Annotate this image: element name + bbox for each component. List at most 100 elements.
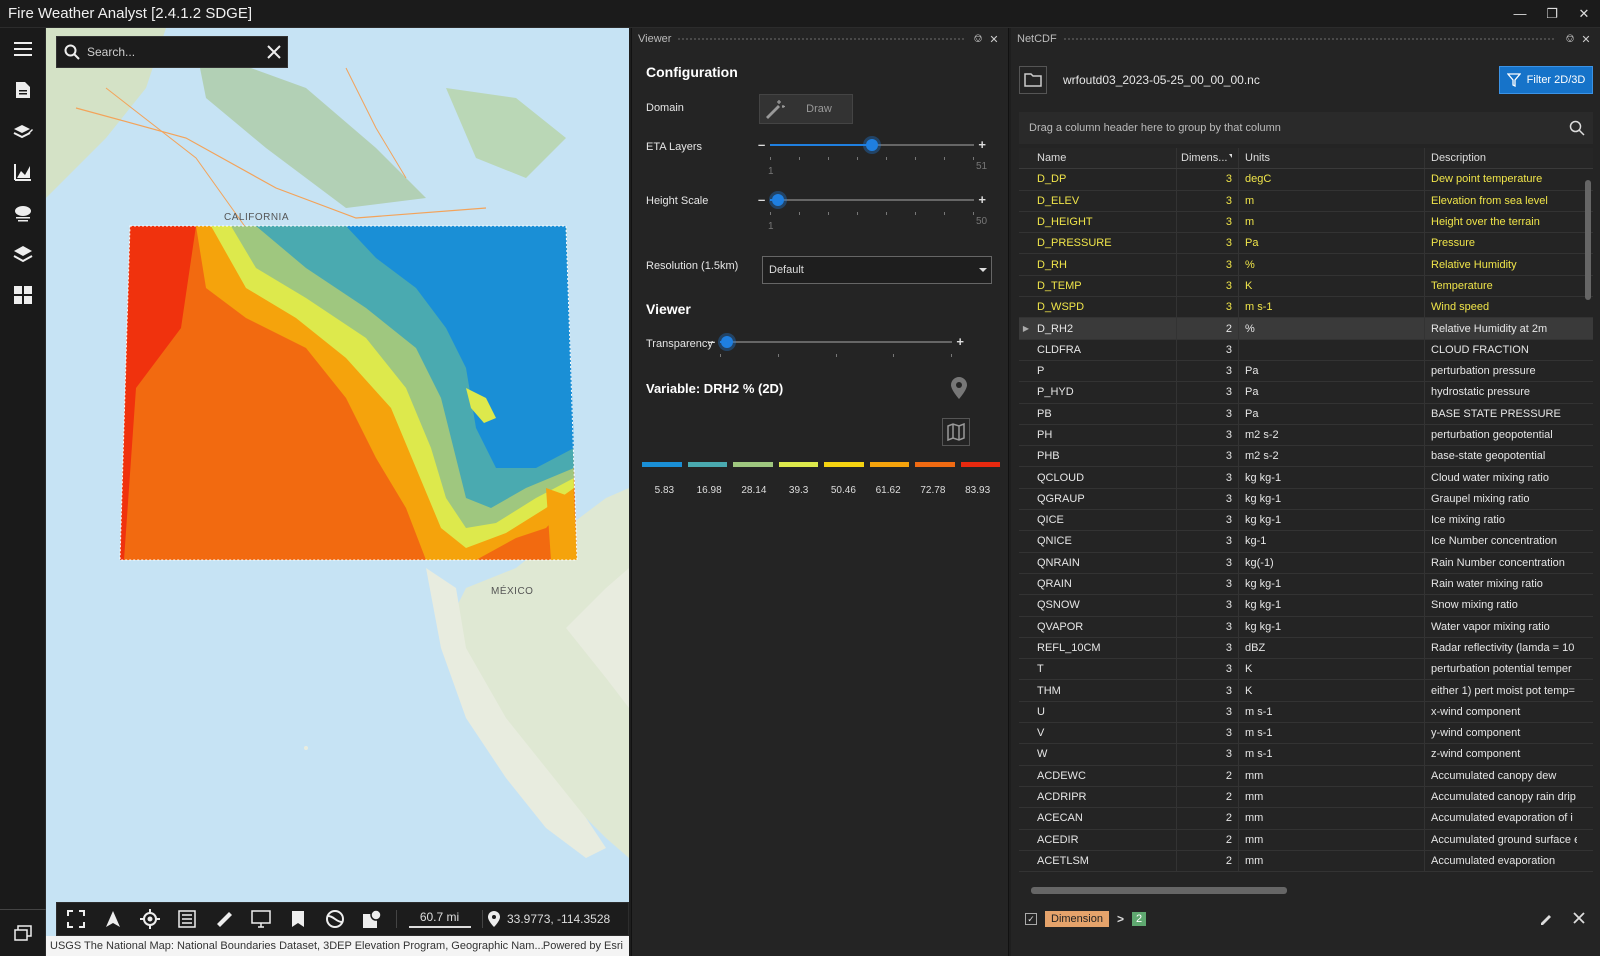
map-view[interactable]: CALIFORNIA MÉXICO Search... 60.7 mi 33.9…	[46, 28, 629, 956]
measure-icon[interactable]	[205, 902, 242, 936]
eta-layers-slider[interactable]: – +	[758, 137, 986, 160]
cell-description: Graupel mixing ratio	[1431, 492, 1530, 505]
locate-icon[interactable]	[131, 902, 168, 936]
table-row[interactable]: ACDEWC 2 mm Accumulated canopy dew	[1019, 765, 1593, 787]
document-icon[interactable]	[0, 69, 46, 110]
filter-2d3d-button[interactable]: Filter 2D/3D	[1499, 66, 1593, 94]
map-marker-icon[interactable]	[950, 376, 968, 403]
table-row[interactable]: ACETLSM 2 mm Accumulated evaporation	[1019, 850, 1593, 873]
layers-icon[interactable]	[0, 233, 46, 274]
column-header-description[interactable]: Description	[1425, 148, 1577, 168]
globe-icon[interactable]	[316, 902, 353, 936]
map-view-icon[interactable]	[942, 418, 970, 446]
table-row[interactable]: REFL_10CM 3 dBZ Radar reflectivity (lamda =…	[1019, 637, 1593, 660]
chart-icon[interactable]	[0, 151, 46, 192]
table-row[interactable]: QGRAUP 3 kg kg-1 Graupel mixing ratio	[1019, 488, 1593, 511]
table-row[interactable]: D_WSPD 3 m s-1 Wind speed	[1019, 297, 1593, 319]
north-arrow-icon[interactable]	[94, 902, 131, 936]
table-row[interactable]: ACEDIR 2 mm Accumulated ground surface e	[1019, 829, 1593, 851]
filter-field-chip[interactable]: Dimension	[1045, 911, 1109, 927]
table-row[interactable]: THM 3 Keither 1) pert moist pot temp=	[1019, 680, 1593, 702]
table-row[interactable]: V3m s-1 y-wind component	[1019, 723, 1593, 745]
column-header-units[interactable]: Units	[1239, 148, 1425, 169]
netcdf-panel-title: NetCDF	[1017, 33, 1057, 45]
powered-by-text[interactable]: Powered by Esri	[543, 940, 629, 952]
map-search[interactable]: Search...	[56, 36, 288, 68]
restore-button[interactable]: ❐	[1536, 0, 1568, 28]
edit-filter-icon[interactable]	[1539, 911, 1553, 928]
heatmap-overlay	[119, 225, 578, 561]
search-input[interactable]: Search...	[87, 45, 261, 59]
cell-dimension: 2	[1177, 850, 1239, 872]
transparency-slider[interactable]: – +	[708, 334, 964, 357]
cell-name: U	[1033, 701, 1177, 723]
filter-value-chip[interactable]: 2	[1131, 912, 1147, 926]
table-row[interactable]: U3m s-1 x-wind component	[1019, 701, 1593, 724]
vertical-scrollbar[interactable]	[1584, 168, 1592, 868]
variables-grid: Name Dimens... Units Description D_DP 3 de…	[1019, 148, 1593, 873]
pin-icon[interactable]: ⎊	[1562, 33, 1578, 46]
open-folder-icon[interactable]	[1019, 66, 1047, 94]
map-toolbar: 60.7 mi 33.9773, -114.3528	[56, 902, 629, 936]
close-panel-icon[interactable]: ✕	[1578, 33, 1594, 46]
bookmark-icon[interactable]	[279, 902, 316, 936]
cell-description: Cloud water mixing ratio	[1431, 471, 1549, 484]
table-row[interactable]: QNICE 3 kg-1 Ice Number concentration	[1019, 531, 1593, 553]
table-row[interactable]: D_RH 3% Relative Humidity	[1019, 254, 1593, 276]
table-row[interactable]: D_PRESSURE 3 Pa Pressure	[1019, 233, 1593, 255]
cell-description: perturbation geopotential	[1431, 429, 1553, 441]
table-row[interactable]: PB 3 Pa BASE STATE PRESSURE	[1019, 403, 1593, 425]
legend-swatch	[778, 462, 818, 467]
table-row[interactable]: PH 3 m2 s-2 perturbation geopotential	[1019, 424, 1593, 447]
cell-units: %	[1239, 254, 1425, 275]
window-switch-icon[interactable]	[0, 909, 46, 950]
table-row[interactable]: D_ELEV 3 m Elevation from sea level	[1019, 190, 1593, 212]
close-panel-icon[interactable]: ✕	[986, 33, 1002, 46]
minimize-button[interactable]: —	[1504, 0, 1536, 28]
layers-edit-icon[interactable]	[0, 110, 46, 151]
resolution-select[interactable]: Default	[762, 256, 992, 284]
table-row[interactable]: D_TEMP 3 K Temperature	[1019, 275, 1593, 298]
table-row[interactable]: QCLOUD 3 kg kg-1 Cloud water mixing ratio	[1019, 467, 1593, 489]
legend-label: 72.78	[920, 485, 946, 496]
chevron-down-icon	[979, 268, 987, 272]
table-row[interactable]: T 3 Kperturbation potential temper	[1019, 659, 1593, 681]
table-row[interactable]: P 3 Pa perturbation pressure	[1019, 360, 1593, 383]
table-row[interactable]: ACECAN 2 mm Accumulated evaporation of i	[1019, 808, 1593, 830]
weather-icon[interactable]	[0, 192, 46, 233]
screen-icon[interactable]	[242, 902, 279, 936]
filter-enable-checkbox[interactable]: ✓	[1025, 913, 1037, 925]
table-row[interactable]: QVAPOR 3 kg kg-1 Water vapor mixing ratio	[1019, 616, 1593, 638]
table-row[interactable]: D_HEIGHT 3 m Height over the terrain	[1019, 211, 1593, 234]
horizontal-scrollbar[interactable]	[1019, 884, 1593, 896]
table-row[interactable]: P_HYD 3 Pa hydrostatic pressure	[1019, 382, 1593, 404]
column-header-dimension[interactable]: Dimens...	[1177, 148, 1239, 169]
table-row[interactable]: PHB 3 m2 s-2 base-state geopotential	[1019, 446, 1593, 468]
column-header-name[interactable]: Name	[1033, 148, 1177, 169]
table-row[interactable]: ▶ D_RH2 2% Relative Humidity at 2m	[1019, 318, 1593, 340]
pin-icon[interactable]: ⎊	[970, 33, 986, 46]
list-icon[interactable]	[168, 902, 205, 936]
height-scale-slider[interactable]: – +	[758, 192, 986, 215]
table-row[interactable]: D_DP 3 degC Dew point temperature	[1019, 169, 1593, 191]
close-window-button[interactable]: ✕	[1568, 0, 1600, 28]
menu-icon[interactable]	[0, 28, 46, 69]
table-row[interactable]: CLDFRA 3 CLOUD FRACTION	[1019, 339, 1593, 361]
close-icon[interactable]	[261, 44, 287, 60]
table-row[interactable]: ACDRIPR 2 mm Accumulated canopy rain drip	[1019, 786, 1593, 809]
table-row[interactable]: QICE 3 kg kg-1 Ice mixing ratio	[1019, 510, 1593, 532]
table-row[interactable]: QSNOW 3 kg kg-1 Snow mixing ratio	[1019, 595, 1593, 617]
draw-button[interactable]: Draw	[759, 94, 853, 124]
search-icon[interactable]	[1569, 120, 1585, 136]
cell-units: m2 s-2	[1239, 446, 1425, 467]
grid-icon[interactable]	[0, 274, 46, 315]
table-row[interactable]: W3m s-1 z-wind component	[1019, 744, 1593, 766]
filter-operator[interactable]: >	[1117, 912, 1124, 926]
clear-filter-icon[interactable]	[1573, 911, 1585, 927]
cell-name: P	[1033, 360, 1177, 382]
group-panel[interactable]: Drag a column header here to group by th…	[1019, 112, 1593, 144]
map-pin-layer-icon[interactable]	[353, 902, 390, 936]
table-row[interactable]: QNRAIN 3 kg(-1) Rain Number concentration	[1019, 552, 1593, 574]
fullscreen-icon[interactable]	[57, 902, 94, 936]
table-row[interactable]: QRAIN 3 kg kg-1 Rain water mixing ratio	[1019, 573, 1593, 596]
